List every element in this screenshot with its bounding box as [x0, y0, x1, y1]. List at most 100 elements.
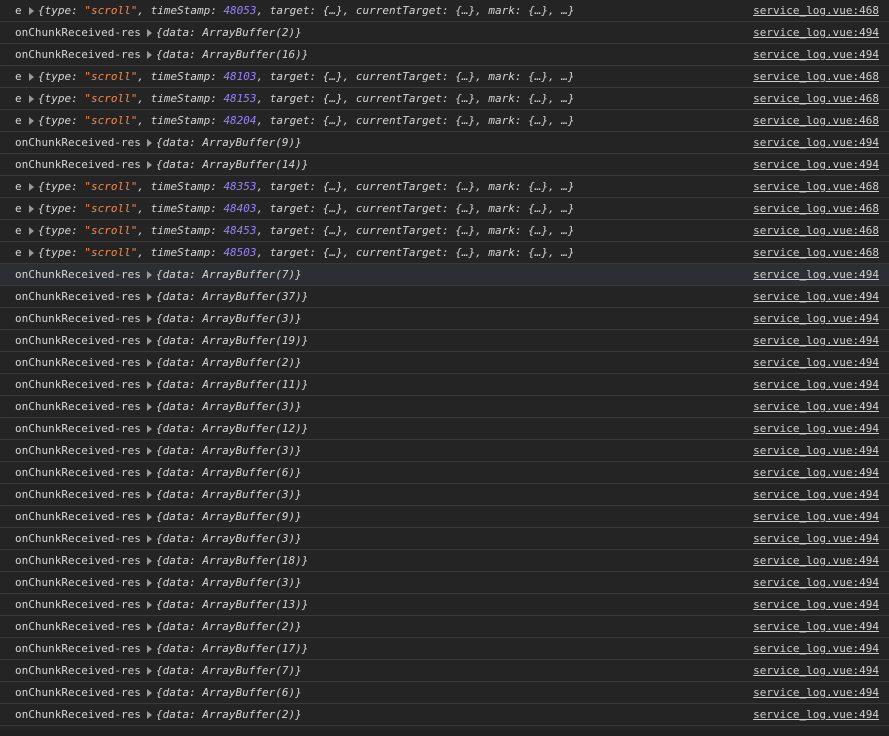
source-link[interactable]: service_log.vue:494 [753, 638, 879, 659]
chunk-object-preview[interactable]: {data: ArrayBuffer(12)} [147, 418, 308, 439]
source-link[interactable]: service_log.vue:494 [753, 528, 879, 549]
source-link[interactable]: service_log.vue:494 [753, 132, 879, 153]
disclosure-triangle-right-icon[interactable] [147, 557, 152, 565]
disclosure-triangle-right-icon[interactable] [147, 337, 152, 345]
event-object-preview[interactable]: {type: "scroll", timeStamp: 48053, targe… [29, 0, 574, 21]
chunk-object-preview[interactable]: {data: ArrayBuffer(7)} [147, 660, 302, 681]
disclosure-triangle-right-icon[interactable] [147, 161, 152, 169]
event-object-preview[interactable]: {type: "scroll", timeStamp: 48353, targe… [29, 176, 574, 197]
chunk-object-preview[interactable]: {data: ArrayBuffer(3)} [147, 572, 302, 593]
chunk-object-preview[interactable]: {data: ArrayBuffer(16)} [147, 44, 308, 65]
disclosure-triangle-right-icon[interactable] [147, 29, 152, 37]
chunk-object-preview[interactable]: {data: ArrayBuffer(3)} [147, 308, 302, 329]
disclosure-triangle-right-icon[interactable] [147, 293, 152, 301]
disclosure-triangle-right-icon[interactable] [147, 667, 152, 675]
source-link[interactable]: service_log.vue:468 [753, 0, 879, 21]
disclosure-triangle-right-icon[interactable] [29, 73, 34, 81]
source-link[interactable]: service_log.vue:494 [753, 704, 879, 725]
source-link[interactable]: service_log.vue:494 [753, 462, 879, 483]
disclosure-triangle-right-icon[interactable] [29, 117, 34, 125]
source-link[interactable]: service_log.vue:468 [753, 242, 879, 263]
source-link[interactable]: service_log.vue:494 [753, 484, 879, 505]
chunk-object-preview[interactable]: {data: ArrayBuffer(2)} [147, 22, 302, 43]
source-link[interactable]: service_log.vue:468 [753, 66, 879, 87]
disclosure-triangle-right-icon[interactable] [147, 491, 152, 499]
disclosure-triangle-right-icon[interactable] [147, 645, 152, 653]
chunk-object-preview[interactable]: {data: ArrayBuffer(17)} [147, 638, 308, 659]
disclosure-triangle-right-icon[interactable] [29, 95, 34, 103]
source-link[interactable]: service_log.vue:494 [753, 550, 879, 571]
disclosure-triangle-right-icon[interactable] [29, 7, 34, 15]
chunk-object-preview[interactable]: {data: ArrayBuffer(9)} [147, 132, 302, 153]
source-link[interactable]: service_log.vue:494 [753, 154, 879, 175]
disclosure-triangle-right-icon[interactable] [29, 227, 34, 235]
disclosure-triangle-right-icon[interactable] [147, 623, 152, 631]
disclosure-triangle-right-icon[interactable] [29, 249, 34, 257]
event-object-preview[interactable]: {type: "scroll", timeStamp: 48204, targe… [29, 110, 574, 131]
disclosure-triangle-right-icon[interactable] [147, 271, 152, 279]
disclosure-triangle-right-icon[interactable] [147, 51, 152, 59]
disclosure-triangle-right-icon[interactable] [147, 403, 152, 411]
disclosure-triangle-right-icon[interactable] [147, 359, 152, 367]
source-link[interactable]: service_log.vue:468 [753, 88, 879, 109]
source-link[interactable]: service_log.vue:494 [753, 594, 879, 615]
disclosure-triangle-right-icon[interactable] [147, 711, 152, 719]
disclosure-triangle-right-icon[interactable] [29, 205, 34, 213]
event-object-preview[interactable]: {type: "scroll", timeStamp: 48453, targe… [29, 220, 574, 241]
chunk-object-preview[interactable]: {data: ArrayBuffer(9)} [147, 506, 302, 527]
chunk-object-preview[interactable]: {data: ArrayBuffer(14)} [147, 154, 308, 175]
console-message-row: onChunkReceived-res {data: ArrayBuffer(3)… [0, 484, 889, 506]
disclosure-triangle-right-icon[interactable] [147, 425, 152, 433]
chunk-object-preview[interactable]: {data: ArrayBuffer(6)} [147, 682, 302, 703]
disclosure-triangle-right-icon[interactable] [147, 535, 152, 543]
source-link[interactable]: service_log.vue:494 [753, 308, 879, 329]
chunk-object-preview[interactable]: {data: ArrayBuffer(2)} [147, 704, 302, 725]
chunk-object-preview[interactable]: {data: ArrayBuffer(11)} [147, 374, 308, 395]
source-link[interactable]: service_log.vue:468 [753, 198, 879, 219]
chunk-object-preview[interactable]: {data: ArrayBuffer(2)} [147, 352, 302, 373]
source-link[interactable]: service_log.vue:494 [753, 616, 879, 637]
source-link[interactable]: service_log.vue:494 [753, 286, 879, 307]
chunk-object-preview[interactable]: {data: ArrayBuffer(19)} [147, 330, 308, 351]
disclosure-triangle-right-icon[interactable] [147, 513, 152, 521]
event-object-preview[interactable]: {type: "scroll", timeStamp: 48403, targe… [29, 198, 574, 219]
disclosure-triangle-right-icon[interactable] [147, 601, 152, 609]
source-link[interactable]: service_log.vue:494 [753, 264, 879, 285]
source-link[interactable]: service_log.vue:494 [753, 44, 879, 65]
source-link[interactable]: service_log.vue:468 [753, 110, 879, 131]
event-object-preview[interactable]: {type: "scroll", timeStamp: 48153, targe… [29, 88, 574, 109]
chunk-object-preview[interactable]: {data: ArrayBuffer(3)} [147, 484, 302, 505]
source-link[interactable]: service_log.vue:468 [753, 220, 879, 241]
disclosure-triangle-right-icon[interactable] [147, 381, 152, 389]
chunk-object-preview[interactable]: {data: ArrayBuffer(6)} [147, 462, 302, 483]
chunk-object-preview[interactable]: {data: ArrayBuffer(3)} [147, 396, 302, 417]
disclosure-triangle-right-icon[interactable] [147, 139, 152, 147]
disclosure-triangle-right-icon[interactable] [147, 315, 152, 323]
disclosure-triangle-right-icon[interactable] [147, 447, 152, 455]
disclosure-triangle-right-icon[interactable] [29, 183, 34, 191]
source-link[interactable]: service_log.vue:468 [753, 176, 879, 197]
chunk-object-preview[interactable]: {data: ArrayBuffer(3)} [147, 440, 302, 461]
event-object-preview[interactable]: {type: "scroll", timeStamp: 48503, targe… [29, 242, 574, 263]
source-link[interactable]: service_log.vue:494 [753, 22, 879, 43]
chunk-object-preview[interactable]: {data: ArrayBuffer(37)} [147, 286, 308, 307]
chunk-object-preview[interactable]: {data: ArrayBuffer(3)} [147, 528, 302, 549]
source-link[interactable]: service_log.vue:494 [753, 396, 879, 417]
source-link[interactable]: service_log.vue:494 [753, 418, 879, 439]
disclosure-triangle-right-icon[interactable] [147, 689, 152, 697]
source-link[interactable]: service_log.vue:494 [753, 440, 879, 461]
event-object-preview[interactable]: {type: "scroll", timeStamp: 48103, targe… [29, 66, 574, 87]
disclosure-triangle-right-icon[interactable] [147, 469, 152, 477]
disclosure-triangle-right-icon[interactable] [147, 579, 152, 587]
source-link[interactable]: service_log.vue:494 [753, 572, 879, 593]
chunk-object-preview[interactable]: {data: ArrayBuffer(7)} [147, 264, 302, 285]
source-link[interactable]: service_log.vue:494 [753, 374, 879, 395]
source-link[interactable]: service_log.vue:494 [753, 682, 879, 703]
chunk-object-preview[interactable]: {data: ArrayBuffer(13)} [147, 594, 308, 615]
source-link[interactable]: service_log.vue:494 [753, 330, 879, 351]
chunk-object-preview[interactable]: {data: ArrayBuffer(2)} [147, 616, 302, 637]
chunk-object-preview[interactable]: {data: ArrayBuffer(18)} [147, 550, 308, 571]
source-link[interactable]: service_log.vue:494 [753, 660, 879, 681]
source-link[interactable]: service_log.vue:494 [753, 352, 879, 373]
source-link[interactable]: service_log.vue:494 [753, 506, 879, 527]
